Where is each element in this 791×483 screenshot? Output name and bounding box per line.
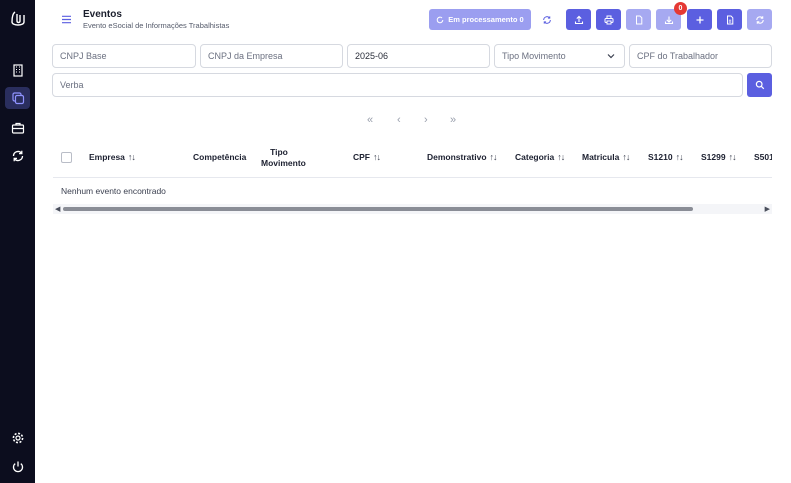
column-header-cpf[interactable]: CPF ↑↓ <box>353 152 381 162</box>
file-icon <box>635 15 642 24</box>
document-button[interactable] <box>717 9 742 30</box>
column-label: Matricula <box>582 152 620 162</box>
hamburger-menu-icon[interactable] <box>59 12 73 26</box>
column-header-demonstrativo[interactable]: Demonstrativo ↑↓ <box>427 152 498 162</box>
scroll-left-icon[interactable]: ◀ <box>55 205 60 213</box>
document-icon <box>726 15 733 24</box>
print-icon <box>604 15 613 24</box>
next-page-button[interactable]: › <box>424 114 428 126</box>
search-button[interactable] <box>747 73 772 97</box>
column-header-s501[interactable]: S501 <box>754 152 772 162</box>
page-title: Eventos <box>83 9 122 20</box>
verba-placeholder: Verba <box>60 80 84 90</box>
upload-button[interactable] <box>566 9 591 30</box>
tipo-movimento-select[interactable]: Tipo Movimento <box>494 44 625 68</box>
processing-status-button[interactable]: Em processamento 0 <box>429 9 531 30</box>
refresh-status-icon[interactable] <box>540 13 554 27</box>
tipo-movimento-placeholder: Tipo Movimento <box>502 51 566 61</box>
last-page-button[interactable]: » <box>450 114 456 126</box>
file-button[interactable] <box>626 9 651 30</box>
select-all-checkbox[interactable] <box>61 152 72 163</box>
column-header-s1299[interactable]: S1299 ↑↓ <box>701 152 737 162</box>
prev-page-button[interactable]: ‹ <box>397 114 401 126</box>
column-header-categoria[interactable]: Categoria ↑↓ <box>515 152 565 162</box>
download-icon <box>664 16 673 24</box>
sort-icon[interactable]: ↑↓ <box>676 152 684 162</box>
notification-badge: 0 <box>674 2 687 15</box>
column-label: S1299 <box>701 152 726 162</box>
column-header-matricula[interactable]: Matricula ↑↓ <box>582 152 630 162</box>
table-header-divider <box>53 177 772 178</box>
column-label: Tipo Movimento <box>261 147 306 168</box>
column-header-s1210[interactable]: S1210 ↑↓ <box>648 152 684 162</box>
refresh-icon <box>755 15 764 24</box>
column-header-competencia: Competência <box>193 152 246 162</box>
cnpj-base-placeholder: CNPJ Base <box>60 51 107 61</box>
horizontal-scrollbar[interactable]: ◀ ▶ <box>53 204 772 214</box>
processing-label: Em processamento 0 <box>448 15 524 24</box>
column-label: Competência <box>193 152 247 162</box>
scroll-right-icon[interactable]: ▶ <box>765 205 770 213</box>
cnpj-empresa-placeholder: CNPJ da Empresa <box>208 51 283 61</box>
search-icon <box>755 80 764 90</box>
cnpj-empresa-input[interactable]: CNPJ da Empresa <box>200 44 343 68</box>
sidebar <box>0 0 35 483</box>
copy-icon[interactable] <box>5 87 30 109</box>
sort-icon[interactable]: ↑↓ <box>729 152 737 162</box>
empty-state-message: Nenhum evento encontrado <box>61 186 166 196</box>
page-subtitle: Evento eSocial de Informações Trabalhist… <box>83 21 230 30</box>
first-page-button[interactable]: « <box>367 114 373 126</box>
print-button[interactable] <box>596 9 621 30</box>
sync-icon[interactable] <box>5 145 30 167</box>
cpf-trabalhador-placeholder: CPF do Trabalhador <box>637 51 719 61</box>
add-button[interactable] <box>687 9 712 30</box>
column-label: CPF <box>353 152 370 162</box>
cnpj-base-input[interactable]: CNPJ Base <box>52 44 196 68</box>
sort-icon[interactable]: ↑↓ <box>373 152 381 162</box>
power-icon[interactable] <box>5 456 30 478</box>
refresh-button[interactable] <box>747 9 772 30</box>
loading-icon <box>436 16 444 23</box>
column-label: S1210 <box>648 152 673 162</box>
gear-icon[interactable] <box>5 427 30 449</box>
competencia-input[interactable]: 2025-06 <box>347 44 490 68</box>
column-label: Empresa <box>89 152 125 162</box>
scrollbar-thumb[interactable] <box>63 207 693 211</box>
briefcase-icon[interactable] <box>5 117 30 139</box>
sort-icon[interactable]: ↑↓ <box>128 152 136 162</box>
sort-icon[interactable]: ↑↓ <box>490 152 498 162</box>
download-button[interactable]: 0 <box>656 2 687 30</box>
competencia-value: 2025-06 <box>355 51 389 61</box>
sort-icon[interactable]: ↑↓ <box>622 152 630 162</box>
upload-icon <box>574 15 583 24</box>
sort-icon[interactable]: ↑↓ <box>557 152 565 162</box>
column-label: Demonstrativo <box>427 152 487 162</box>
cpf-trabalhador-input[interactable]: CPF do Trabalhador <box>629 44 772 68</box>
column-header-empresa[interactable]: Empresa ↑↓ <box>89 152 136 162</box>
column-label: S501 <box>754 152 772 162</box>
app-logo-icon[interactable] <box>5 8 30 30</box>
building-icon[interactable] <box>5 59 30 81</box>
column-header-tipo-movimento: Tipo Movimento <box>261 147 306 169</box>
verba-input[interactable]: Verba <box>52 73 743 97</box>
column-label: Categoria <box>515 152 555 162</box>
main-content: Eventos Evento eSocial de Informações Tr… <box>35 0 791 483</box>
plus-icon <box>696 16 703 23</box>
chevron-down-icon <box>607 54 615 59</box>
